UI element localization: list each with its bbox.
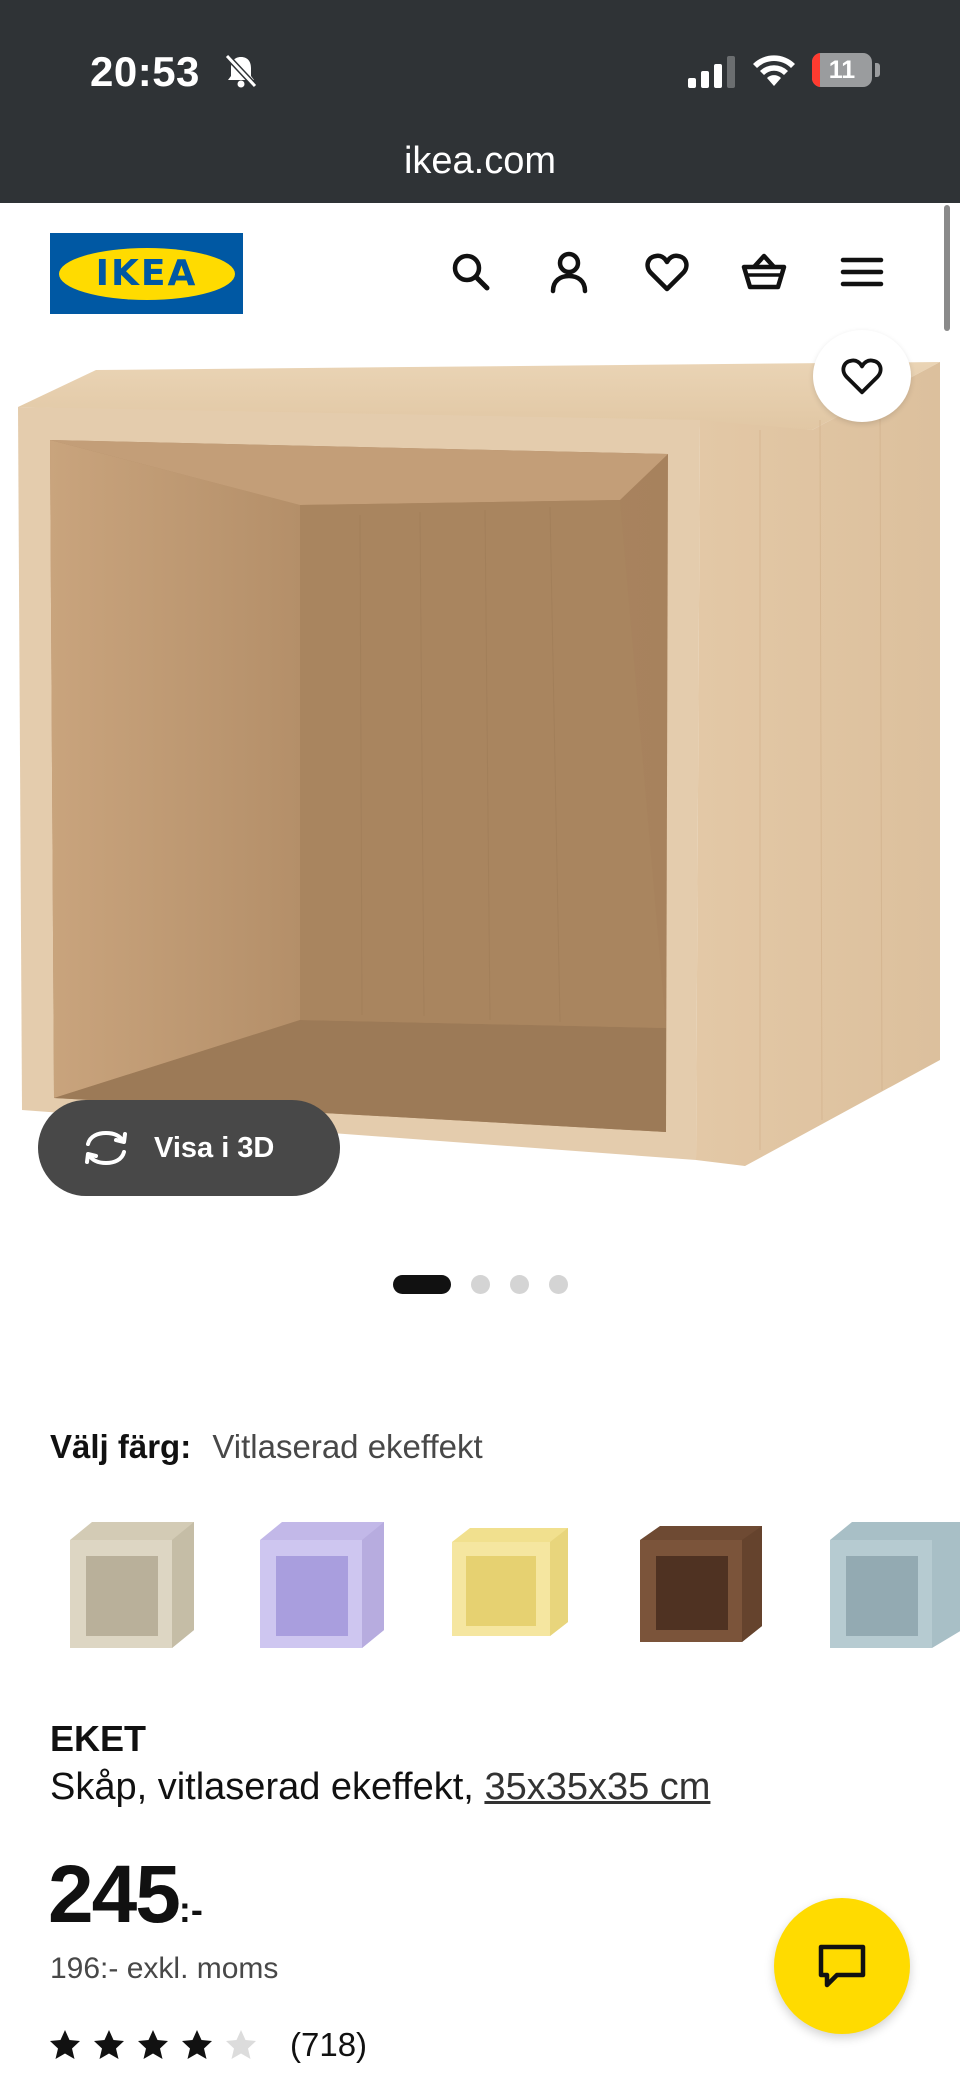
url-bar[interactable]: ikea.com <box>0 140 960 183</box>
browser-chrome: 20:53 11 ikea.com <box>0 0 960 203</box>
wifi-icon <box>753 55 795 86</box>
view-3d-label: Visa i 3D <box>154 1131 275 1164</box>
battery-icon: 11 <box>812 53 872 87</box>
product-name: EKET <box>50 1718 147 1759</box>
color-swatch-lilac[interactable] <box>252 1518 392 1658</box>
product-price: 245:- <box>48 1848 203 1942</box>
search-icon[interactable] <box>447 248 495 296</box>
color-swatch-walnut[interactable] <box>632 1518 772 1658</box>
price-suffix: :- <box>178 1889 203 1930</box>
logo-text: IKEA <box>95 253 198 294</box>
ikea-logo[interactable]: IKEA <box>50 233 243 314</box>
product-favorite-button[interactable] <box>813 330 911 422</box>
product-dimensions-link[interactable]: 35x35x35 cm <box>484 1766 710 1808</box>
battery-level: 11 <box>828 56 856 84</box>
chat-button[interactable] <box>774 1898 910 2034</box>
color-label: Välj färg: <box>50 1428 192 1465</box>
star-filled-icon <box>138 2030 168 2059</box>
status-time: 20:53 <box>90 48 200 95</box>
user-icon[interactable] <box>545 248 593 296</box>
heart-outline-icon <box>841 358 883 395</box>
product-rating[interactable]: (718) <box>48 2026 367 2064</box>
review-count: (718) <box>290 2026 368 2063</box>
star-empty-icon <box>226 2030 256 2059</box>
carousel-dot-2[interactable] <box>471 1275 490 1294</box>
color-swatch-yellow[interactable] <box>442 1518 582 1658</box>
heart-icon[interactable] <box>643 248 691 296</box>
carousel-dot-4[interactable] <box>549 1275 568 1294</box>
color-swatch-list <box>62 1518 960 1658</box>
star-filled-icon <box>182 2030 212 2059</box>
menu-icon[interactable] <box>838 248 886 296</box>
carousel-dot-1[interactable] <box>393 1275 451 1294</box>
price-value: 245 <box>48 1849 181 1940</box>
chat-icon <box>818 1944 866 1988</box>
product-description: Skåp, vitlaserad ekeffekt, 35x35x35 cm <box>50 1766 710 1809</box>
selected-color: Vitlaserad ekeffekt <box>212 1428 483 1465</box>
rotate-3d-icon <box>85 1130 127 1166</box>
image-carousel-indicator <box>393 1275 588 1294</box>
cart-icon[interactable] <box>740 248 788 296</box>
view-3d-button[interactable]: Visa i 3D <box>38 1100 340 1196</box>
signal-icon <box>688 56 735 88</box>
color-selector: Välj färg: Vitlaserad ekeffekt <box>50 1428 483 1466</box>
color-swatch-grey-turquoise[interactable] <box>822 1518 960 1658</box>
page-scrollbar[interactable] <box>944 205 950 331</box>
carousel-dot-3[interactable] <box>510 1275 529 1294</box>
bell-slash-icon <box>224 53 258 89</box>
product-description-text: Skåp, vitlaserad ekeffekt, <box>50 1766 474 1808</box>
star-filled-icon <box>94 2030 124 2059</box>
price-ex-vat: 196:- exkl. moms <box>50 1952 279 1985</box>
star-filled-icon <box>50 2030 80 2059</box>
color-swatch-beige[interactable] <box>62 1518 202 1658</box>
